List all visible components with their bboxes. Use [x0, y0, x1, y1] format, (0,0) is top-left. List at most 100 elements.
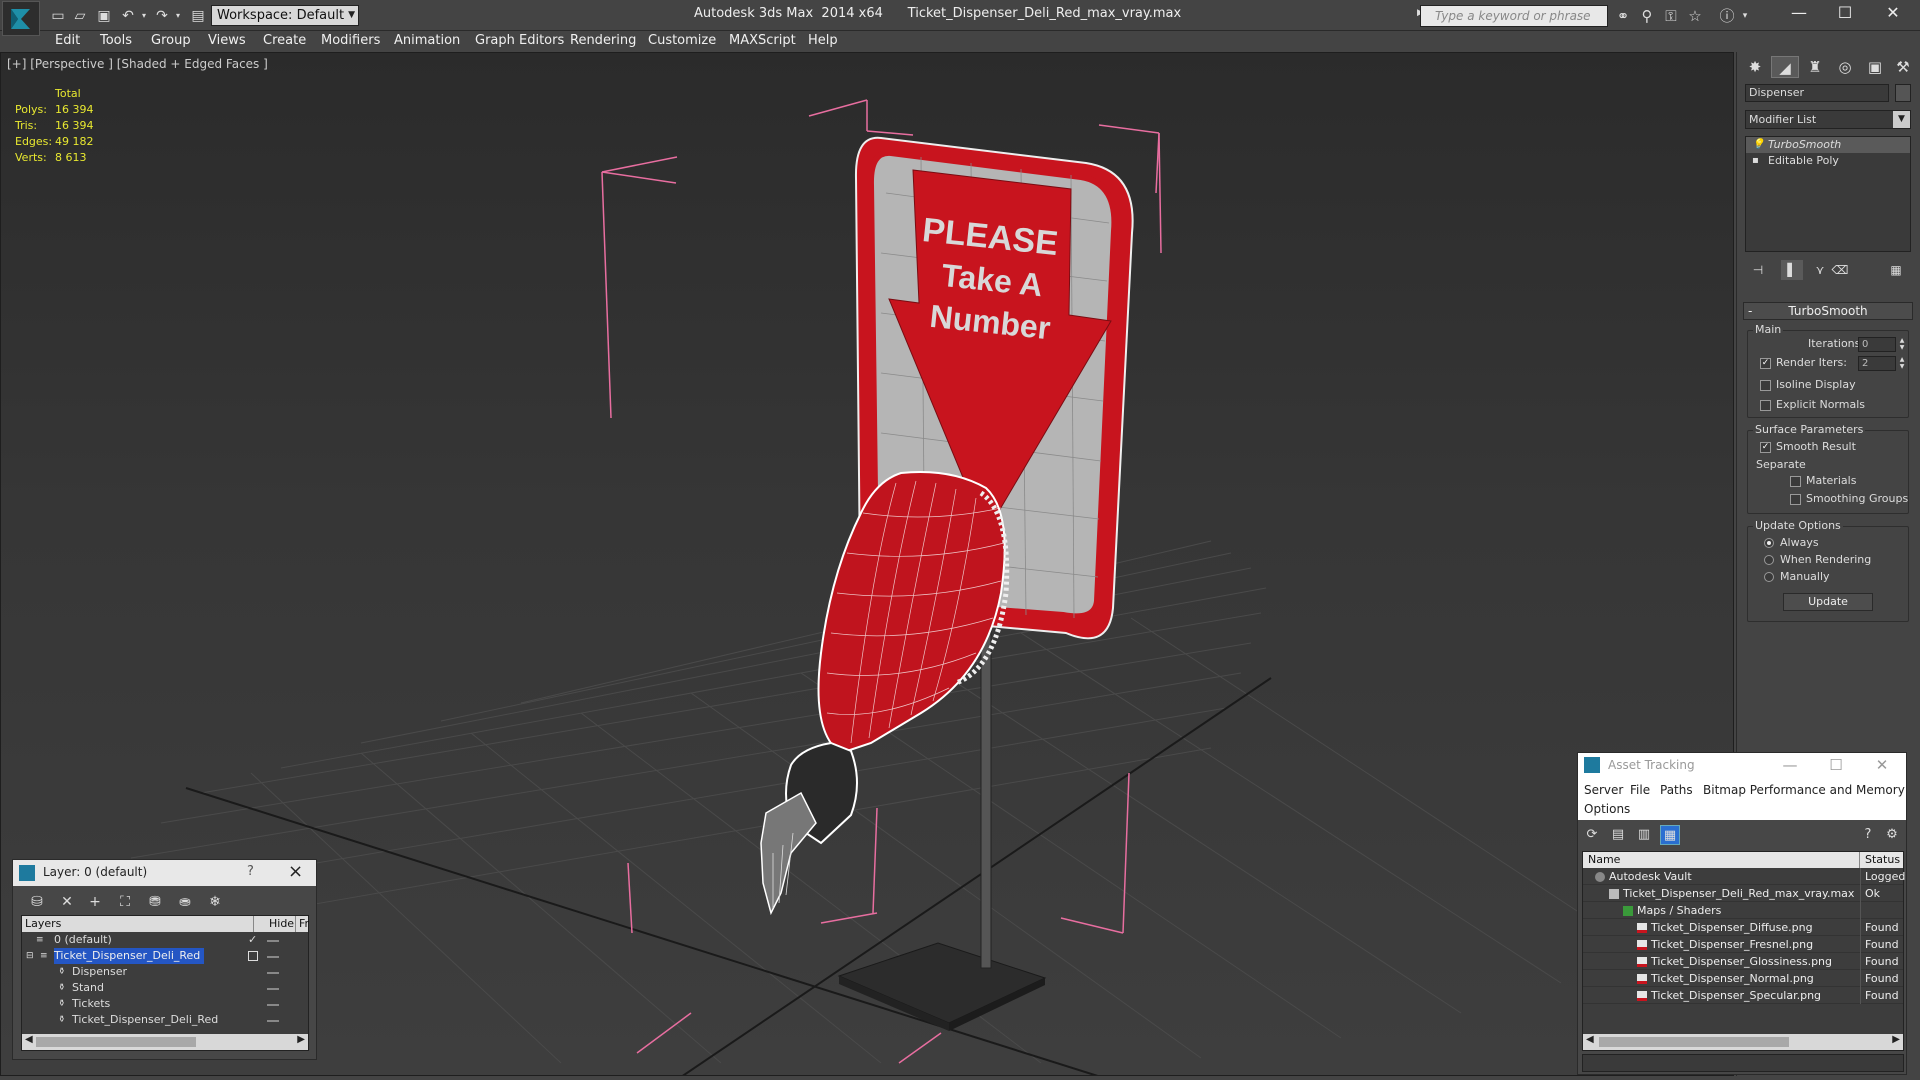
highlight-layer-icon[interactable]: ⛃ [145, 892, 165, 912]
hide-toggle[interactable] [267, 1004, 279, 1006]
explicit-normals-checkbox[interactable] [1760, 400, 1771, 411]
make-unique-icon[interactable]: ⋎ [1809, 260, 1831, 280]
always-radio[interactable] [1764, 538, 1774, 548]
render-iters-spinner[interactable]: 2 [1858, 356, 1896, 371]
turbosmooth-rollout-header[interactable]: - TurboSmooth [1743, 302, 1913, 320]
menu-maxscript[interactable]: MAXScript [729, 33, 796, 48]
asset-row-diffuse[interactable]: Ticket_Dispenser_Diffuse.png Found [1583, 919, 1903, 936]
close-icon[interactable]: ✕ [1870, 0, 1916, 26]
asset-menu-file[interactable]: File [1630, 783, 1650, 797]
set-active-box[interactable] [248, 951, 258, 961]
hide-toggle[interactable] [267, 956, 279, 958]
settings-icon[interactable]: ⚙ [1882, 825, 1902, 845]
isoline-display-checkbox[interactable] [1760, 380, 1771, 391]
maximize-icon[interactable]: ☐ [1816, 754, 1856, 776]
open-file-icon[interactable]: ▱ [70, 6, 90, 26]
menu-modifiers[interactable]: Modifiers [321, 33, 380, 48]
close-icon[interactable]: × [288, 861, 303, 882]
column-name[interactable]: Name [1583, 852, 1860, 868]
help-button[interactable]: ? [247, 864, 254, 879]
layer-row-ticket-dispenser[interactable]: ⊟ ≡ Ticket_Dispenser_Deli_Red [22, 948, 308, 964]
object-name-field[interactable]: Dispenser [1745, 84, 1889, 102]
new-file-icon[interactable]: ▭ [48, 6, 68, 26]
active-layer-check-icon[interactable]: ✓ [248, 932, 257, 948]
menu-views[interactable]: Views [208, 33, 246, 48]
update-button[interactable]: Update [1783, 593, 1873, 611]
smooth-result-checkbox[interactable]: ✓ [1760, 442, 1771, 453]
scroll-right-icon[interactable]: ▶ [297, 1034, 305, 1045]
lightbulb-icon[interactable]: 💡 [1752, 137, 1764, 153]
render-iters-checkbox[interactable]: ✓ [1760, 358, 1771, 369]
save-file-icon[interactable]: ▣ [94, 6, 114, 26]
layer-row-stand[interactable]: ⚱ Stand [22, 980, 308, 996]
layer-row-default[interactable]: ≡ 0 (default) ✓ [22, 932, 308, 948]
binoculars-icon[interactable]: ⚭ [1612, 6, 1634, 26]
menu-help[interactable]: Help [808, 33, 838, 48]
show-end-result-icon[interactable]: ▌ [1781, 260, 1803, 280]
workspace-select[interactable]: Workspace: Default ▼ [211, 5, 359, 26]
motion-tab-icon[interactable]: ◎ [1831, 56, 1859, 78]
freeze-all-layers-icon[interactable]: ❄ [205, 892, 225, 912]
subscription-icon[interactable]: ⚲ [1636, 6, 1658, 26]
manually-radio[interactable] [1764, 572, 1774, 582]
layer-row-dispenser[interactable]: ⚱ Dispenser [22, 964, 308, 980]
stack-item-editable-poly[interactable]: ▪ Editable Poly [1746, 153, 1910, 169]
delete-layer-icon[interactable]: ✕ [57, 892, 77, 912]
hide-toggle[interactable] [267, 940, 279, 942]
table-view-icon[interactable]: ▦ [1660, 825, 1680, 845]
configure-sets-icon[interactable]: ▦ [1885, 260, 1907, 280]
utilities-tab-icon[interactable]: ⚒ [1889, 56, 1917, 78]
minimize-icon[interactable]: — [1770, 754, 1810, 776]
menu-customize[interactable]: Customize [648, 33, 716, 48]
when-rendering-radio[interactable] [1764, 555, 1774, 565]
smoothing-groups-checkbox[interactable] [1790, 494, 1801, 505]
horizontal-scrollbar[interactable]: ◀ ▶ [22, 1034, 308, 1050]
project-folder-icon[interactable]: ▤ [188, 6, 208, 26]
menu-group[interactable]: Group [151, 33, 191, 48]
modify-tab-icon[interactable]: ◢ [1771, 56, 1799, 78]
column-layers[interactable]: Layers [22, 916, 254, 932]
remove-modifier-icon[interactable]: ⌫ [1829, 260, 1851, 280]
create-tab-icon[interactable]: ✸ [1741, 56, 1769, 78]
favorites-star-icon[interactable]: ☆ [1684, 6, 1706, 26]
menu-animation[interactable]: Animation [394, 33, 460, 48]
hide-all-layers-icon[interactable]: ⛂ [175, 892, 195, 912]
communication-center-icon[interactable]: ⚿ [1660, 6, 1682, 26]
column-freeze[interactable]: Fr [296, 916, 310, 932]
asset-row-glossiness[interactable]: Ticket_Dispenser_Glossiness.png Found [1583, 953, 1903, 970]
asset-row-maps-shaders[interactable]: Maps / Shaders [1583, 902, 1903, 919]
scroll-right-icon[interactable]: ▶ [1892, 1034, 1900, 1045]
asset-menu-server[interactable]: Server [1584, 783, 1623, 797]
search-input[interactable]: Type a keyword or phrase [1420, 5, 1608, 27]
menu-rendering[interactable]: Rendering [570, 33, 636, 48]
menu-create[interactable]: Create [263, 33, 306, 48]
asset-row-max-file[interactable]: Ticket_Dispenser_Deli_Red_max_vray.max O… [1583, 885, 1903, 902]
add-to-layer-icon[interactable]: + [85, 892, 105, 912]
spinner-arrows-icon[interactable]: ▲ ▼ [1898, 356, 1906, 371]
modifier-list-dropdown[interactable]: Modifier List ▼ [1745, 110, 1911, 129]
asset-window-titlebar[interactable]: Asset Tracking — ☐ ✕ [1578, 753, 1906, 778]
layer-row-ticket-dispenser-object[interactable]: ⚱ Ticket_Dispenser_Deli_Red [22, 1012, 308, 1028]
iterations-spinner[interactable]: 0 [1858, 337, 1896, 352]
scroll-left-icon[interactable]: ◀ [25, 1034, 33, 1045]
list-view-icon[interactable]: ▤ [1608, 825, 1628, 845]
help-dropdown-icon[interactable]: ▾ [1734, 6, 1756, 26]
close-icon[interactable]: ✕ [1862, 754, 1902, 776]
stack-item-turbosmooth[interactable]: 💡 TurboSmooth [1746, 137, 1910, 153]
menu-edit[interactable]: Edit [55, 33, 80, 48]
undo-dropdown-icon[interactable]: ▾ [134, 6, 154, 26]
minimize-icon[interactable]: — [1776, 0, 1822, 26]
select-in-layer-icon[interactable]: ⛶ [115, 892, 135, 912]
viewport-label-menu[interactable]: [+] [Perspective ] [Shaded + Edged Faces… [7, 57, 268, 71]
expand-plus-icon[interactable]: ▪ [1752, 153, 1759, 169]
menu-tools[interactable]: Tools [100, 33, 132, 48]
redo-dropdown-icon[interactable]: ▾ [168, 6, 188, 26]
thumbnail-view-icon[interactable]: ▥ [1634, 825, 1654, 845]
menu-graph-editors[interactable]: Graph Editors [475, 33, 564, 48]
asset-row-fresnel[interactable]: Ticket_Dispenser_Fresnel.png Found [1583, 936, 1903, 953]
asset-menu-options[interactable]: Options [1584, 802, 1630, 816]
asset-row-specular[interactable]: Ticket_Dispenser_Specular.png Found [1583, 987, 1903, 1004]
hide-toggle[interactable] [267, 1020, 279, 1022]
column-hide[interactable]: Hide [266, 916, 296, 932]
object-color-swatch[interactable] [1895, 84, 1911, 102]
